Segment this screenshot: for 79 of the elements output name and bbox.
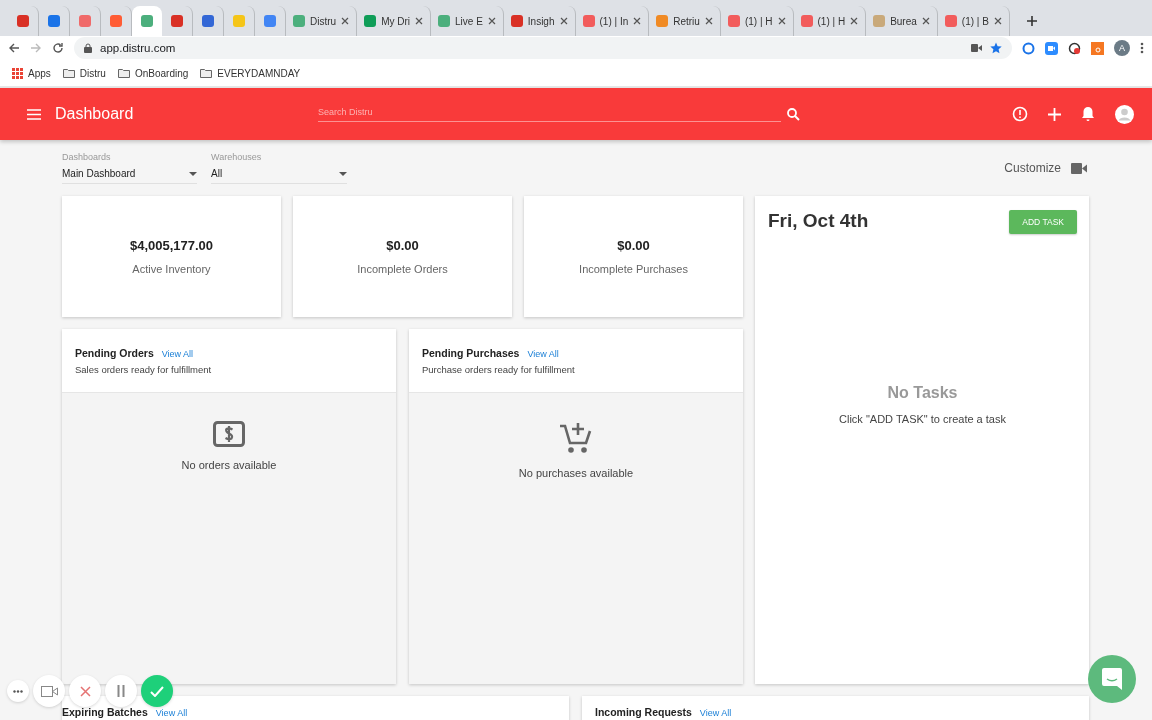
filter-label: Dashboards — [62, 152, 112, 162]
view-all-link[interactable]: View All — [699, 708, 732, 718]
customize-link[interactable]: Customize — [1004, 161, 1061, 175]
panel-title: Incoming Requests — [595, 706, 692, 718]
dollar-bill-icon — [213, 421, 245, 447]
camera-toggle-button[interactable] — [33, 675, 65, 707]
close-icon[interactable] — [921, 17, 930, 25]
profile-avatar[interactable]: A — [1114, 40, 1130, 56]
more-icon[interactable] — [1140, 42, 1144, 54]
close-icon[interactable] — [415, 17, 423, 25]
panel-title: Expiring Batches — [62, 706, 148, 718]
bell-icon[interactable] — [1081, 106, 1095, 122]
bookmark[interactable]: Apps — [12, 67, 51, 79]
stat-label: Incomplete Purchases — [579, 263, 688, 275]
dropdown-caret-icon — [189, 171, 197, 176]
folder-icon — [62, 68, 75, 78]
check-icon — [150, 685, 164, 697]
video-extension-icon[interactable] — [1045, 41, 1058, 55]
stat-label: Incomplete Orders — [357, 263, 448, 275]
close-icon[interactable] — [559, 17, 568, 25]
menu-icon[interactable] — [27, 108, 41, 120]
close-icon[interactable] — [633, 17, 642, 25]
camera-icon[interactable] — [971, 44, 982, 52]
bookmark[interactable]: EVERYDAMNDAY — [200, 67, 301, 79]
search-field[interactable]: Search Distru — [318, 106, 781, 122]
more-button[interactable] — [7, 680, 29, 702]
task-date: Fri, Oct 4th — [768, 210, 869, 232]
view-all-link[interactable]: View All — [161, 349, 194, 359]
video-camera-icon[interactable] — [1071, 162, 1087, 174]
browser-tab[interactable] — [132, 6, 162, 36]
panel-subtitle: Purchase orders ready for fulfillment — [422, 364, 576, 375]
panel-title: Pending Orders — [75, 347, 154, 359]
filter-select[interactable]: All — [211, 168, 347, 184]
apps-grid-icon — [12, 67, 23, 79]
bookmark[interactable]: OnBoarding — [117, 67, 189, 79]
close-icon[interactable] — [341, 17, 350, 25]
back-icon[interactable] — [8, 42, 20, 54]
extension-icon[interactable] — [1068, 41, 1081, 55]
view-all-link[interactable]: View All — [527, 349, 559, 359]
close-icon[interactable] — [704, 17, 713, 25]
filter-label: Warehouses — [211, 152, 263, 162]
panel-title: Pending Purchases — [422, 347, 520, 359]
view-all-link[interactable]: View All — [155, 708, 188, 718]
close-icon[interactable] — [850, 17, 859, 25]
stat-label: Active Inventory — [132, 263, 211, 275]
close-icon[interactable] — [777, 17, 786, 25]
more-icon — [13, 689, 23, 693]
plus-icon[interactable] — [1048, 107, 1061, 121]
address-bar[interactable]: app.distru.com — [74, 37, 1012, 59]
search-icon[interactable] — [787, 107, 800, 121]
reload-icon[interactable] — [52, 42, 64, 54]
pause-icon — [117, 685, 125, 697]
stat-value: $0.00 — [617, 238, 650, 253]
empty-title: No Tasks — [887, 384, 958, 402]
video-camera-icon — [40, 685, 58, 697]
close-icon[interactable] — [993, 17, 1002, 25]
filter-select[interactable]: Main Dashboard — [62, 168, 197, 184]
new-tab-icon[interactable] — [1025, 15, 1038, 27]
empty-message: No purchases available — [518, 467, 634, 479]
stat-value: $4,005,177.00 — [129, 238, 214, 253]
folder-icon — [117, 68, 130, 78]
chat-button[interactable] — [1088, 655, 1136, 703]
chat-icon — [1102, 668, 1122, 690]
panel-subtitle: Sales orders ready for fulfillment — [75, 364, 213, 375]
account-icon[interactable] — [1115, 104, 1134, 124]
star-icon[interactable] — [990, 42, 1002, 54]
alert-icon[interactable] — [1012, 106, 1028, 122]
cart-plus-icon — [559, 421, 593, 455]
folder-icon — [200, 68, 213, 78]
stat-value: $0.00 — [386, 238, 419, 253]
page-title: Dashboard — [55, 105, 135, 123]
empty-message: No orders available — [181, 459, 277, 471]
empty-message: Click "ADD TASK" to create a task — [839, 413, 1006, 425]
forward-icon[interactable] — [30, 42, 42, 54]
bookmark[interactable]: Distru — [62, 67, 106, 79]
lock-icon — [84, 43, 92, 53]
close-icon[interactable] — [487, 17, 496, 25]
dropdown-caret-icon — [339, 171, 347, 176]
close-icon — [79, 685, 91, 697]
